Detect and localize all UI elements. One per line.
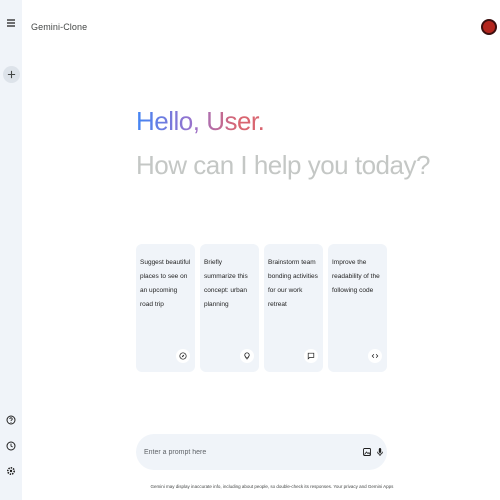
sidebar: [0, 0, 22, 500]
prompt-bar: [136, 434, 387, 470]
suggestion-cards: Suggest beautiful places to see on an up…: [136, 244, 387, 372]
suggestion-card[interactable]: Brainstorm team bonding activities for o…: [264, 244, 323, 372]
card-text: Brainstorm team bonding activities for o…: [268, 259, 318, 308]
card-text: Suggest beautiful places to see on an up…: [140, 259, 191, 308]
lightbulb-icon: [240, 349, 254, 363]
compass-icon: [176, 349, 190, 363]
new-chat-button[interactable]: [3, 66, 20, 83]
card-text: Improve the readability of the following…: [332, 259, 380, 294]
suggestion-card[interactable]: Briefly summarize this concept: urban pl…: [200, 244, 259, 372]
code-icon: [368, 349, 382, 363]
card-text: Briefly summarize this concept: urban pl…: [204, 259, 248, 308]
menu-icon[interactable]: [5, 16, 17, 30]
app-title: Gemini-Clone: [31, 22, 88, 32]
subgreeting: How can I help you today?: [136, 150, 430, 180]
settings-icon[interactable]: [5, 465, 17, 477]
plus-icon: [7, 70, 16, 79]
suggestion-card[interactable]: Suggest beautiful places to see on an up…: [136, 244, 195, 372]
user-avatar[interactable]: [481, 19, 497, 35]
message-icon: [304, 349, 318, 363]
disclaimer: Gemini may display inaccurate info, incl…: [150, 484, 394, 489]
gallery-icon[interactable]: [360, 445, 374, 459]
help-icon[interactable]: [5, 414, 17, 426]
suggestion-card[interactable]: Improve the readability of the following…: [328, 244, 387, 372]
greeting: Hello, User.: [136, 106, 265, 136]
prompt-input[interactable]: [144, 445, 344, 459]
mic-icon[interactable]: [373, 445, 387, 459]
history-icon[interactable]: [5, 440, 17, 452]
